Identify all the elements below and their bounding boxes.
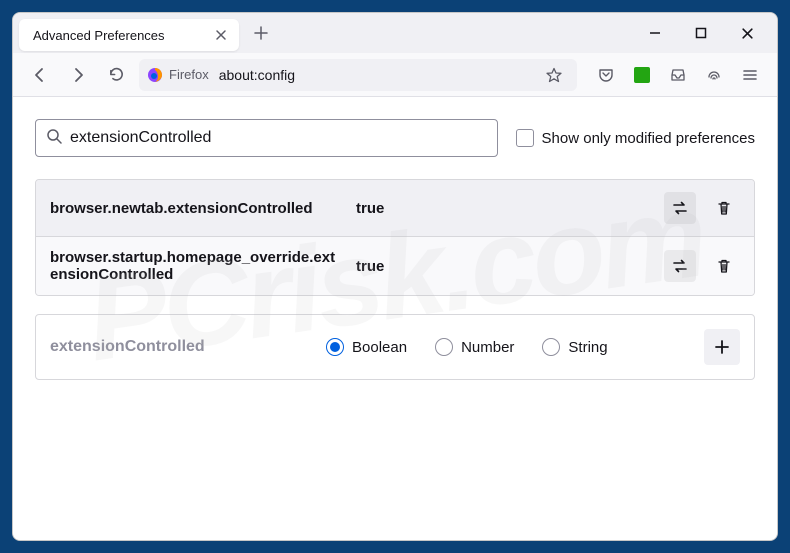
radio-label: Number bbox=[461, 339, 514, 356]
radio-icon bbox=[435, 338, 453, 356]
delete-button[interactable] bbox=[708, 192, 740, 224]
browser-tab[interactable]: Advanced Preferences bbox=[19, 19, 239, 51]
bookmark-star-icon[interactable] bbox=[539, 60, 569, 90]
new-preference-row: extensionControlled Boolean Number Strin… bbox=[35, 314, 755, 380]
url-text: about:config bbox=[219, 67, 295, 83]
delete-button[interactable] bbox=[708, 250, 740, 282]
close-tab-button[interactable] bbox=[213, 27, 229, 43]
radio-number[interactable]: Number bbox=[435, 338, 514, 356]
type-radio-group: Boolean Number String bbox=[326, 338, 688, 356]
back-button[interactable] bbox=[25, 60, 55, 90]
navigation-toolbar: Firefox about:config bbox=[13, 53, 777, 97]
config-search-box[interactable] bbox=[35, 119, 498, 157]
radio-icon bbox=[542, 338, 560, 356]
show-modified-label: Show only modified preferences bbox=[542, 130, 755, 147]
fingerprint-icon[interactable] bbox=[699, 60, 729, 90]
close-window-button[interactable] bbox=[733, 19, 761, 47]
about-config-content: Show only modified preferences browser.n… bbox=[13, 97, 777, 540]
toggle-button[interactable] bbox=[664, 250, 696, 282]
show-modified-checkbox[interactable]: Show only modified preferences bbox=[516, 129, 755, 147]
window-controls bbox=[641, 19, 771, 47]
radio-string[interactable]: String bbox=[542, 338, 607, 356]
add-preference-button[interactable] bbox=[704, 329, 740, 365]
radio-boolean[interactable]: Boolean bbox=[326, 338, 407, 356]
extension-icon[interactable] bbox=[627, 60, 657, 90]
preference-row[interactable]: browser.newtab.extensionControlled true bbox=[36, 180, 754, 236]
config-search-input[interactable] bbox=[70, 129, 487, 147]
preference-value: true bbox=[356, 258, 650, 275]
firefox-icon bbox=[147, 67, 163, 83]
search-icon bbox=[46, 128, 62, 149]
minimize-button[interactable] bbox=[641, 19, 669, 47]
url-bar[interactable]: Firefox about:config bbox=[139, 59, 577, 91]
reload-button[interactable] bbox=[101, 60, 131, 90]
forward-button[interactable] bbox=[63, 60, 93, 90]
radio-label: Boolean bbox=[352, 339, 407, 356]
identity-label: Firefox bbox=[169, 67, 209, 82]
tab-title: Advanced Preferences bbox=[33, 28, 165, 43]
preference-list: browser.newtab.extensionControlled true … bbox=[35, 179, 755, 296]
preference-name: browser.newtab.extensionControlled bbox=[50, 200, 342, 217]
new-preference-name: extensionControlled bbox=[50, 338, 310, 356]
checkbox-icon bbox=[516, 129, 534, 147]
radio-label: String bbox=[568, 339, 607, 356]
radio-icon bbox=[326, 338, 344, 356]
pocket-icon[interactable] bbox=[591, 60, 621, 90]
maximize-button[interactable] bbox=[687, 19, 715, 47]
new-tab-button[interactable] bbox=[247, 19, 275, 47]
inbox-icon[interactable] bbox=[663, 60, 693, 90]
preference-row[interactable]: browser.startup.homepage_override.extens… bbox=[36, 236, 754, 295]
preference-value: true bbox=[356, 200, 650, 217]
titlebar: Advanced Preferences bbox=[13, 13, 777, 53]
toggle-button[interactable] bbox=[664, 192, 696, 224]
app-menu-button[interactable] bbox=[735, 60, 765, 90]
preference-name: browser.startup.homepage_override.extens… bbox=[50, 249, 342, 283]
